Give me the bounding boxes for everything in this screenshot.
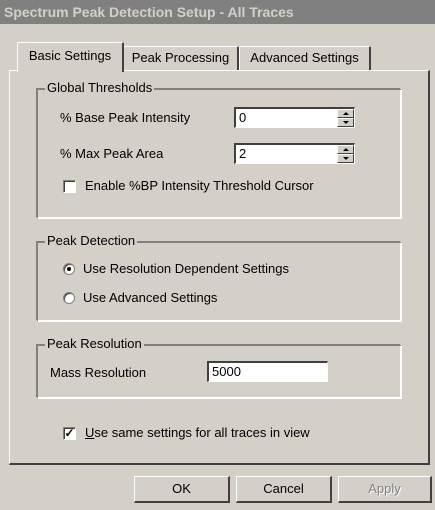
- max-peak-area-input[interactable]: 2: [234, 143, 355, 164]
- cancel-button[interactable]: Cancel: [236, 476, 332, 503]
- same-settings-label-text: se same settings for all traces in view: [94, 425, 310, 440]
- max-peak-area-label: % Max Peak Area: [60, 146, 164, 161]
- arrow-up-icon: [343, 112, 349, 115]
- tab-basic-settings[interactable]: Basic Settings: [17, 42, 124, 72]
- same-settings-mnemonic: U: [85, 425, 95, 440]
- mass-resolution-label: Mass Resolution: [50, 365, 147, 380]
- spin-down-button[interactable]: [337, 118, 354, 127]
- peak-resolution-title: Peak Resolution: [45, 336, 144, 352]
- bp-threshold-cursor-label[interactable]: Enable %BP Intensity Threshold Cursor: [85, 178, 314, 194]
- bp-threshold-cursor-checkbox[interactable]: [63, 180, 76, 193]
- max-peak-area-value: 2: [239, 146, 247, 161]
- peak-detection-title: Peak Detection: [45, 233, 138, 249]
- global-thresholds-title: Global Thresholds: [45, 80, 155, 96]
- base-peak-intensity-input[interactable]: 0: [234, 107, 355, 128]
- base-peak-intensity-value: 0: [239, 110, 247, 125]
- tab-panel-basic-settings: Global Thresholds % Base Peak Intensity …: [9, 70, 430, 465]
- advanced-settings-radio[interactable]: [63, 292, 75, 304]
- apply-button[interactable]: Apply: [338, 476, 432, 503]
- resolution-dependent-label[interactable]: Use Resolution Dependent Settings: [83, 261, 289, 277]
- ok-button[interactable]: OK: [134, 476, 230, 503]
- resolution-dependent-radio[interactable]: [63, 263, 75, 275]
- peak-resolution-group: Peak Resolution Mass Resolution 5000: [37, 336, 401, 398]
- window-title: Spectrum Peak Detection Setup - All Trac…: [0, 0, 435, 24]
- arrow-down-icon: [343, 121, 349, 124]
- tab-peak-processing[interactable]: Peak Processing: [123, 46, 239, 70]
- arrow-down-icon: [343, 157, 349, 160]
- max-peak-area-spinner[interactable]: [337, 145, 354, 163]
- peak-detection-group: Peak Detection Use Resolution Dependent …: [37, 233, 401, 321]
- same-settings-label[interactable]: Use same settings for all traces in view: [85, 425, 310, 441]
- base-peak-intensity-spinner[interactable]: [337, 109, 354, 127]
- tab-advanced-settings[interactable]: Advanced Settings: [239, 46, 371, 70]
- global-thresholds-group: Global Thresholds % Base Peak Intensity …: [37, 80, 401, 218]
- spin-up-button[interactable]: [337, 109, 354, 118]
- spin-up-button[interactable]: [337, 145, 354, 154]
- arrow-up-icon: [343, 148, 349, 151]
- spin-down-button[interactable]: [337, 154, 354, 163]
- advanced-settings-label[interactable]: Use Advanced Settings: [83, 290, 217, 306]
- mass-resolution-input[interactable]: 5000: [207, 361, 328, 382]
- mass-resolution-value: 5000: [212, 364, 241, 379]
- radio-selected-dot: [67, 267, 71, 271]
- base-peak-intensity-label: % Base Peak Intensity: [60, 110, 191, 125]
- same-settings-checkbox[interactable]: ✓: [63, 427, 76, 440]
